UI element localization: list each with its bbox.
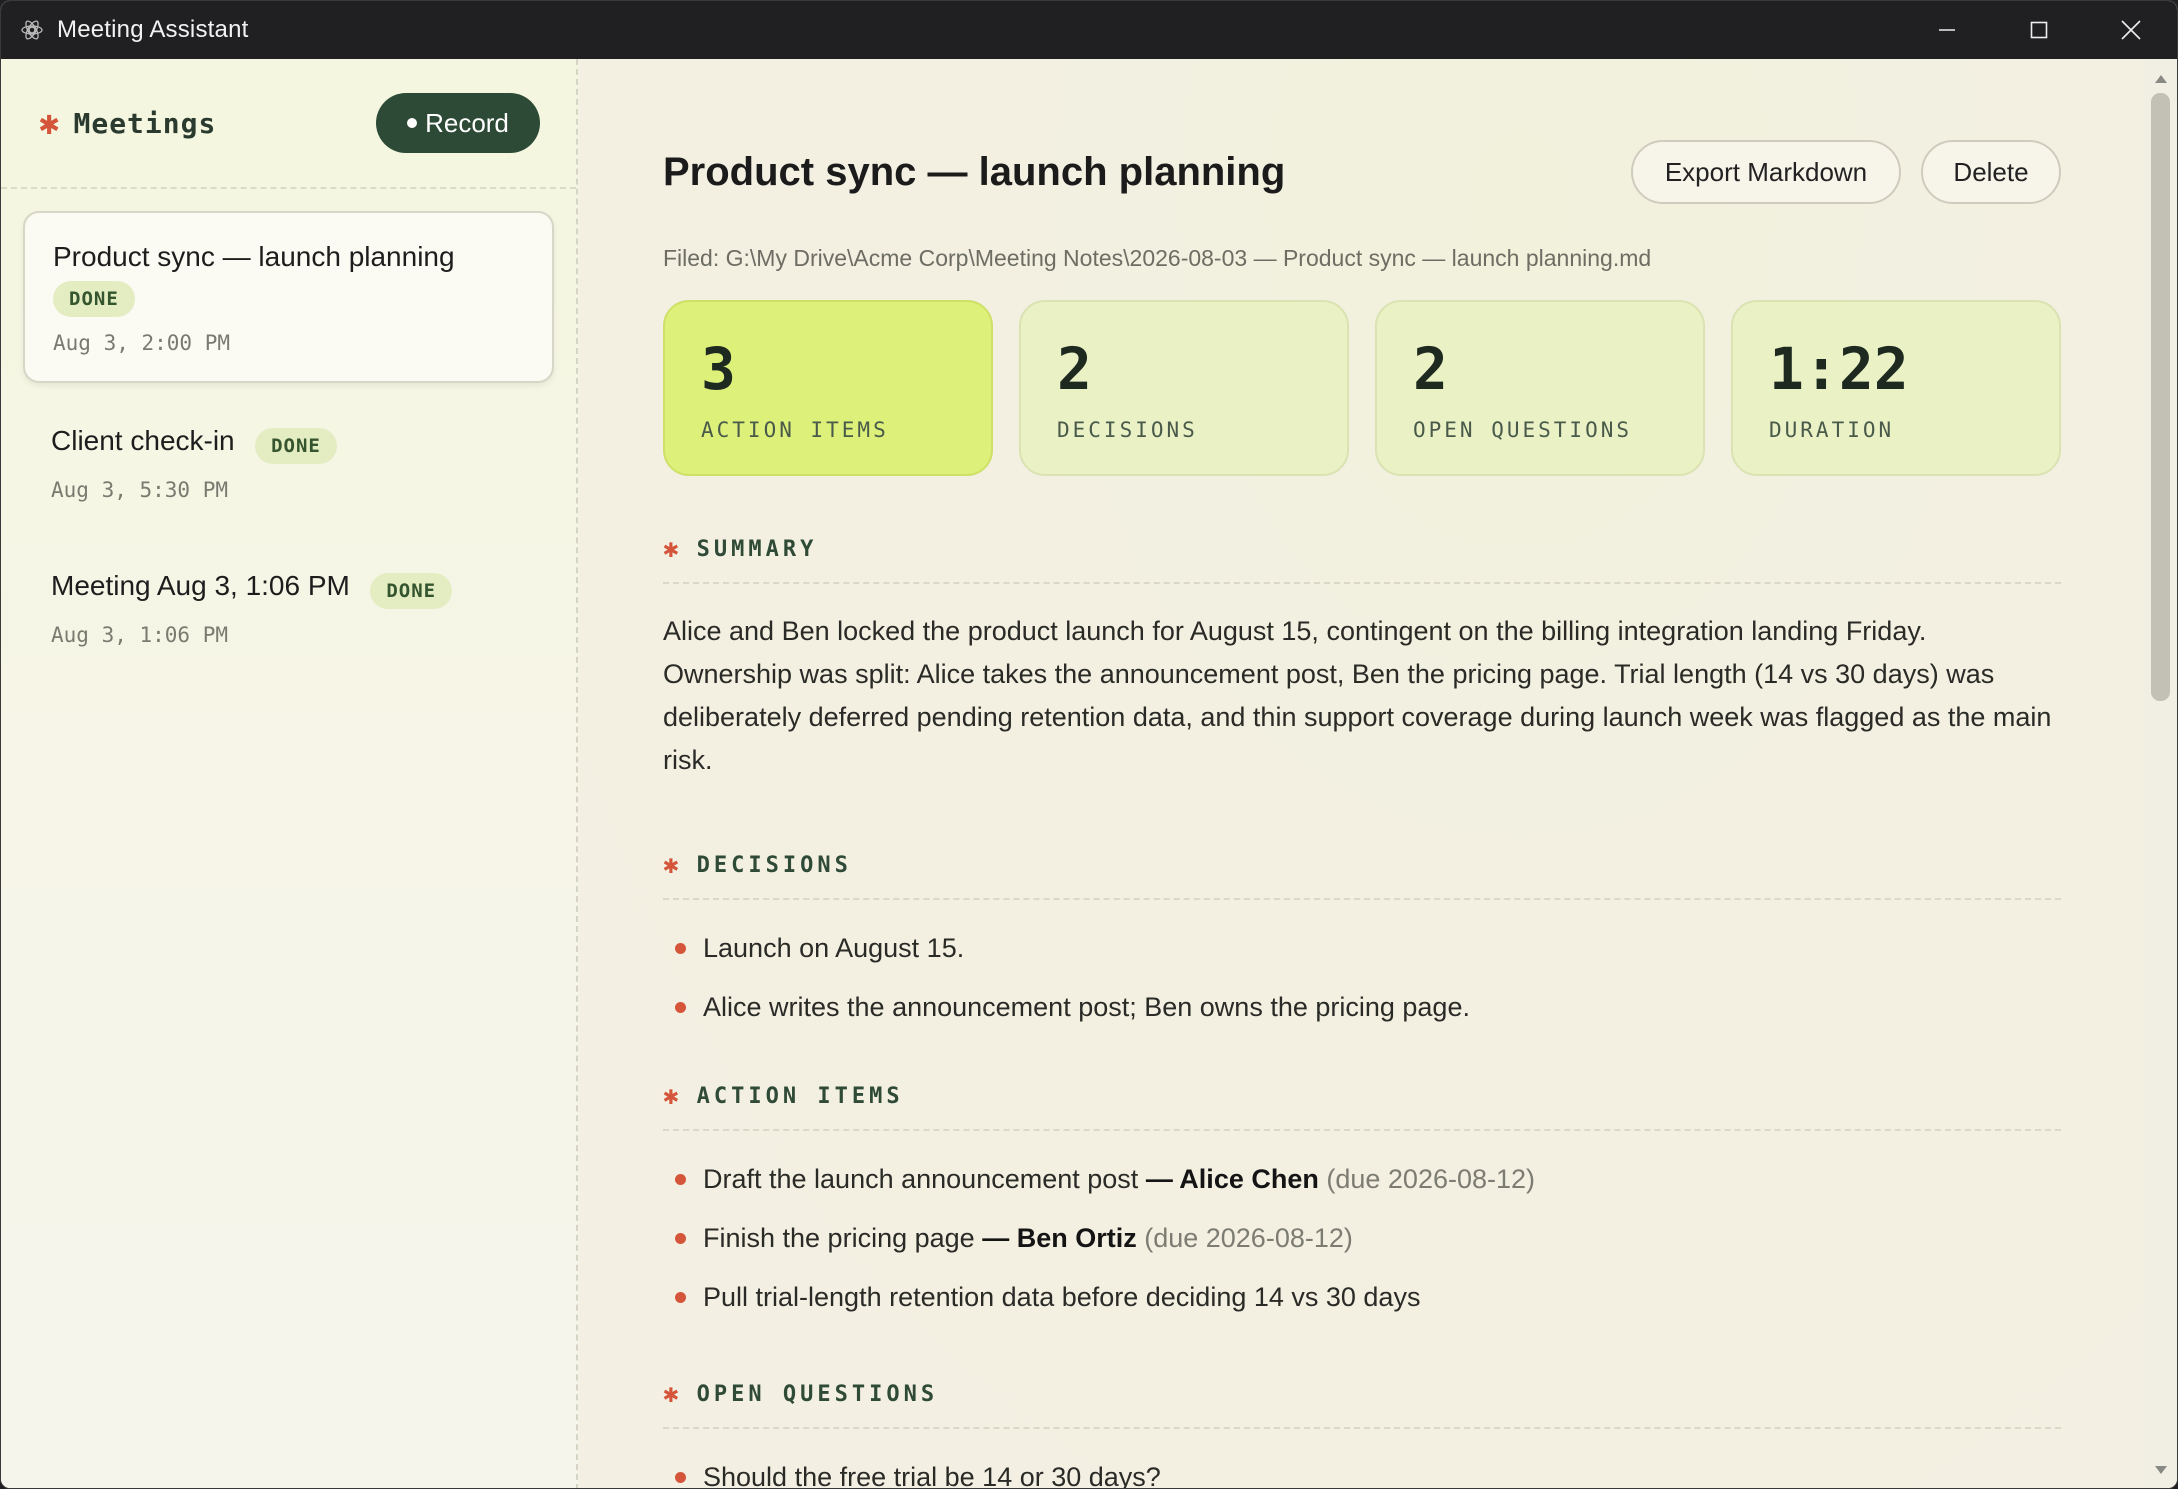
- status-badge: DONE: [53, 281, 135, 317]
- stat-value: 2: [1057, 335, 1092, 403]
- meeting-time: Aug 3, 1:06 PM: [51, 622, 229, 647]
- meeting-name: Client check-in: [51, 425, 235, 456]
- stat-card-decisions: 2 DECISIONS: [1019, 300, 1349, 476]
- window-title: Meeting Assistant: [57, 16, 249, 43]
- list-item: Pull trial-length retention data before …: [663, 1277, 2061, 1317]
- meeting-item[interactable]: Client check-in DONE Aug 3, 5:30 PM: [23, 397, 554, 528]
- asterisk-icon: ✱: [39, 103, 60, 143]
- delete-button[interactable]: Delete: [1921, 140, 2061, 204]
- section-header: ✱ ACTION ITEMS: [663, 1081, 2061, 1131]
- sidebar: ✱ Meetings Record Product sync — launch …: [1, 59, 578, 1488]
- section-title: OPEN QUESTIONS: [696, 1381, 939, 1407]
- action-owner: — Ben Ortiz: [982, 1223, 1137, 1253]
- decisions-section: ✱ DECISIONS Launch on August 15. Alice w…: [663, 850, 2061, 1027]
- maximize-icon: [2030, 21, 2048, 39]
- section-title: ACTION ITEMS: [696, 1083, 904, 1109]
- meeting-item[interactable]: Product sync — launch planning DONE Aug …: [23, 211, 554, 383]
- section-header: ✱ DECISIONS: [663, 850, 2061, 900]
- decisions-list: Launch on August 15. Alice writes the an…: [663, 928, 2061, 1027]
- action-owner: — Alice Chen: [1145, 1164, 1319, 1194]
- scroll-thumb[interactable]: [2151, 93, 2170, 701]
- action-due: (due 2026-08-12): [1144, 1223, 1353, 1253]
- asterisk-icon: ✱: [663, 1379, 679, 1409]
- action-task: Pull trial-length retention data before …: [703, 1282, 1421, 1312]
- sidebar-header: ✱ Meetings Record: [1, 59, 576, 189]
- open-questions-section: ✱ OPEN QUESTIONS Should the free trial b…: [663, 1379, 2061, 1488]
- stat-card-duration: 1:22 DURATION: [1731, 300, 2061, 476]
- summary-section: ✱ SUMMARY Alice and Ben locked the produ…: [663, 534, 2061, 782]
- section-header: ✱ SUMMARY: [663, 534, 2061, 584]
- stat-value: 2: [1413, 335, 1448, 403]
- status-badge: DONE: [370, 572, 453, 609]
- page-title: Product sync — launch planning: [663, 149, 1286, 194]
- list-item: Alice writes the announcement post; Ben …: [663, 987, 2061, 1027]
- record-button[interactable]: Record: [376, 93, 540, 153]
- scroll-down-button[interactable]: [2144, 1456, 2177, 1484]
- main-panel: Product sync — launch planning Export Ma…: [580, 59, 2146, 1488]
- minimize-button[interactable]: [1901, 1, 1993, 59]
- chevron-down-icon: [2154, 1466, 2167, 1474]
- list-item: Launch on August 15.: [663, 928, 2061, 968]
- open-questions-list: Should the free trial be 14 or 30 days?: [663, 1457, 2061, 1488]
- stat-value: 3: [701, 335, 736, 403]
- maximize-button[interactable]: [1993, 1, 2085, 59]
- file-path: Filed: G:\My Drive\Acme Corp\Meeting Not…: [663, 245, 1652, 271]
- section-header: ✱ OPEN QUESTIONS: [663, 1379, 2061, 1429]
- app-icon: [19, 17, 45, 43]
- asterisk-icon: ✱: [663, 534, 679, 564]
- stats-row: 3 ACTION ITEMS 2 DECISIONS 2 OPEN QUESTI…: [663, 300, 2061, 476]
- summary-text: Alice and Ben locked the product launch …: [663, 616, 2052, 775]
- record-label: Record: [425, 107, 509, 138]
- window-controls: [1901, 1, 2177, 59]
- title-bar: Meeting Assistant: [1, 1, 2177, 59]
- action-due: (due 2026-08-12): [1326, 1164, 1536, 1194]
- stat-label: DECISIONS: [1057, 418, 1198, 442]
- action-items-list: Draft the launch announcement post — Ali…: [663, 1159, 2061, 1317]
- meeting-item[interactable]: Meeting Aug 3, 1:06 PM DONE Aug 3, 1:06 …: [23, 542, 554, 673]
- detail-header: Product sync — launch planning Export Ma…: [663, 119, 2061, 225]
- asterisk-icon: ✱: [663, 1081, 679, 1111]
- export-markdown-button[interactable]: Export Markdown: [1631, 140, 1901, 204]
- meeting-time: Aug 3, 2:00 PM: [53, 331, 231, 355]
- stat-label: DURATION: [1769, 418, 1895, 442]
- action-items-section: ✱ ACTION ITEMS Draft the launch announce…: [663, 1081, 2061, 1317]
- list-item: Draft the launch announcement post — Ali…: [663, 1159, 2061, 1199]
- section-title: SUMMARY: [696, 536, 818, 562]
- close-button[interactable]: [2085, 1, 2177, 59]
- meeting-name: Meeting Aug 3, 1:06 PM: [51, 569, 350, 601]
- meeting-list: Product sync — launch planning DONE Aug …: [1, 189, 576, 709]
- record-dot-icon: [407, 118, 418, 128]
- stat-card-open-questions: 2 OPEN QUESTIONS: [1375, 300, 1705, 476]
- stat-label: OPEN QUESTIONS: [1413, 418, 1633, 442]
- list-item: Finish the pricing page — Ben Ortiz (due…: [663, 1218, 2061, 1258]
- stat-value: 1:22: [1769, 335, 1909, 403]
- meeting-name: Product sync — launch planning: [53, 241, 455, 272]
- sidebar-title: Meetings: [73, 106, 217, 140]
- meeting-time: Aug 3, 5:30 PM: [51, 477, 229, 502]
- status-badge: DONE: [255, 427, 337, 464]
- stat-card-action-items: 3 ACTION ITEMS: [663, 300, 993, 476]
- minimize-icon: [1939, 29, 1955, 31]
- asterisk-icon: ✱: [663, 850, 679, 880]
- scroll-up-button[interactable]: [2144, 65, 2177, 93]
- action-task: Draft the launch announcement post: [703, 1164, 1139, 1194]
- app-window: Meeting Assistant ✱ Meetings Record Prod…: [0, 0, 2178, 1489]
- stat-label: ACTION ITEMS: [701, 418, 889, 442]
- action-task: Finish the pricing page: [703, 1223, 975, 1253]
- meeting-detail: Product sync — launch planning Export Ma…: [663, 59, 2061, 1488]
- vertical-scrollbar[interactable]: [2144, 59, 2177, 1488]
- chevron-up-icon: [2154, 75, 2167, 83]
- section-title: DECISIONS: [696, 852, 852, 878]
- close-icon: [2121, 20, 2141, 40]
- list-item: Should the free trial be 14 or 30 days?: [663, 1457, 2061, 1488]
